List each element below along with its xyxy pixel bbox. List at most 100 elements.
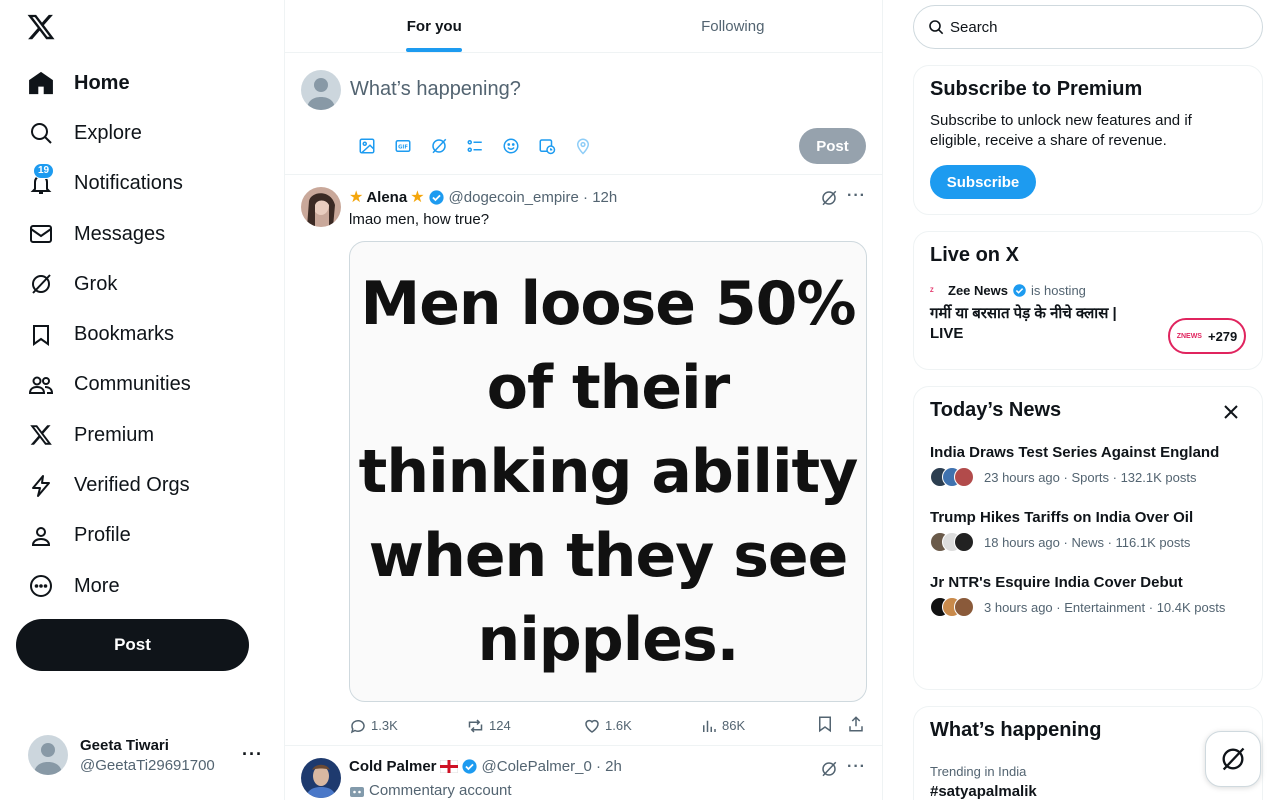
star-icon: ★	[349, 189, 364, 206]
bookmark-icon	[28, 322, 54, 348]
star-icon: ★	[410, 189, 425, 206]
schedule-icon[interactable]	[529, 135, 565, 157]
tweet-image[interactable]: Men loose 50% of their thinking ability …	[349, 241, 867, 702]
reply-icon	[350, 719, 365, 733]
live-title: Live on X	[930, 244, 1019, 266]
whats-happening-title: What’s happening	[930, 719, 1102, 741]
nav-grok[interactable]: Grok	[16, 259, 191, 309]
share-icon[interactable]	[847, 715, 865, 736]
news-title: Today’s News	[930, 399, 1062, 421]
nav-bookmarks[interactable]: Bookmarks	[16, 309, 191, 359]
x-logo-icon[interactable]	[26, 12, 58, 44]
live-count: +279	[1207, 328, 1238, 344]
nav-notifications[interactable]: 19 Notifications	[16, 159, 191, 209]
nav-label: More	[74, 574, 120, 597]
emoji-icon[interactable]	[493, 135, 529, 157]
tweet[interactable]: ★ Alena ★ @dogecoin_empire · 12h ··· lma…	[285, 175, 882, 746]
compose-input[interactable]: What’s happening?	[350, 78, 521, 101]
svg-text:GIF: GIF	[398, 144, 408, 150]
reply-count: 1.3K	[371, 718, 398, 733]
news-item[interactable]: Jr NTR's Esquire India Cover Debut 3 hou…	[930, 574, 1246, 617]
author-name[interactable]: Cold Palmer	[349, 758, 437, 775]
heart-icon	[585, 719, 599, 733]
search-box[interactable]: Search	[913, 5, 1263, 49]
account-switcher[interactable]: Geeta Tiwari @GeetaTi29691700 ···	[16, 722, 271, 788]
verified-icon	[1012, 283, 1027, 298]
live-listeners-pill[interactable]: ZNEWS +279	[1168, 318, 1246, 354]
person-icon	[28, 523, 54, 549]
tweet[interactable]: Cold Palmer @ColePalmer_0 · 2h ··· Comme…	[285, 746, 882, 800]
avatar-stack	[930, 597, 978, 617]
nav-home[interactable]: Home	[16, 58, 191, 108]
nav-label: Profile	[74, 524, 131, 547]
grok-icon[interactable]	[421, 135, 457, 157]
nav-verified-orgs[interactable]: Verified Orgs	[16, 460, 191, 510]
avatar-stack	[930, 467, 978, 487]
search-icon	[928, 19, 944, 35]
tweet-time[interactable]: 2h	[605, 758, 622, 775]
mail-icon	[28, 221, 54, 247]
nav-label: Verified Orgs	[74, 474, 190, 497]
compose-toolbar: GIF	[349, 135, 601, 157]
nav-messages[interactable]: Messages	[16, 209, 191, 259]
author-handle[interactable]: @ColePalmer_0	[482, 758, 592, 775]
news-item[interactable]: Trump Hikes Tariffs on India Over Oil 18…	[930, 509, 1246, 552]
more-circle-icon	[28, 573, 54, 599]
avatar	[301, 70, 341, 110]
subscribe-button[interactable]: Subscribe	[930, 165, 1036, 199]
views-button[interactable]: 86K	[700, 717, 816, 735]
notification-badge: 19	[33, 162, 55, 179]
tab-following[interactable]: Following	[584, 0, 883, 52]
lightning-icon	[28, 473, 54, 499]
tweet-actions: 1.3K 124 1.6K 86K	[349, 715, 867, 736]
premium-title: Subscribe to Premium	[930, 78, 1143, 100]
post-button[interactable]: Post	[16, 619, 249, 671]
tweet-time[interactable]: 12h	[592, 189, 617, 206]
more-dots-icon[interactable]: ···	[242, 744, 263, 765]
repost-button[interactable]: 124	[466, 717, 583, 735]
repost-count: 124	[489, 718, 511, 733]
gif-icon[interactable]: GIF	[385, 135, 421, 157]
repost-icon	[468, 718, 483, 733]
compose-post-button[interactable]: Post	[799, 128, 866, 164]
reply-button[interactable]: 1.3K	[349, 717, 466, 735]
trend-tag[interactable]: #satyapalmalik	[930, 783, 1246, 800]
grok-floating-button[interactable]	[1205, 731, 1261, 787]
news-item-title: Jr NTR's Esquire India Cover Debut	[930, 574, 1183, 591]
more-dots-icon[interactable]: ···	[847, 758, 866, 776]
live-show-title[interactable]: गर्मी या बरसात पेड़ के नीचे क्लास | LIVE	[930, 304, 1150, 344]
nav-explore[interactable]: Explore	[16, 108, 191, 158]
nav-label: Bookmarks	[74, 323, 175, 346]
verified-icon	[461, 758, 478, 775]
avatar[interactable]	[301, 187, 341, 227]
nav-profile[interactable]: Profile	[16, 511, 191, 561]
image-icon[interactable]	[349, 135, 385, 157]
tweet-header: ★ Alena ★ @dogecoin_empire · 12h	[349, 187, 617, 207]
grok-icon[interactable]	[820, 189, 838, 212]
avatar[interactable]	[301, 758, 341, 798]
image-caption: Men loose 50% of their thinking ability …	[358, 268, 859, 675]
news-item[interactable]: India Draws Test Series Against England …	[930, 444, 1246, 487]
live-host-row[interactable]: Z Zee News is hosting	[930, 283, 1246, 298]
live-host[interactable]: Zee News	[948, 283, 1008, 298]
location-icon[interactable]	[565, 135, 601, 157]
like-button[interactable]: 1.6K	[583, 717, 700, 735]
grok-icon[interactable]	[820, 760, 838, 783]
timeline-tabs: For you Following	[285, 0, 882, 53]
automated-label-icon	[349, 784, 365, 798]
search-input[interactable]: Search	[950, 19, 998, 36]
author-name[interactable]: Alena	[366, 189, 407, 206]
tab-for-you[interactable]: For you	[285, 0, 584, 52]
close-icon[interactable]	[1224, 405, 1238, 424]
bookmark-icon[interactable]	[816, 715, 847, 736]
poll-icon[interactable]	[457, 135, 493, 157]
news-item-title: Trump Hikes Tariffs on India Over Oil	[930, 509, 1194, 526]
nav-communities[interactable]: Communities	[16, 360, 191, 410]
communities-icon	[28, 372, 54, 398]
timeline: For you Following What’s happening? GIF …	[284, 0, 883, 800]
nav-premium[interactable]: Premium	[16, 410, 191, 460]
nav-more[interactable]: More	[16, 561, 191, 611]
tweet-text: lmao men, how true?	[349, 211, 490, 228]
author-handle[interactable]: @dogecoin_empire	[449, 189, 579, 206]
more-dots-icon[interactable]: ···	[847, 187, 866, 205]
